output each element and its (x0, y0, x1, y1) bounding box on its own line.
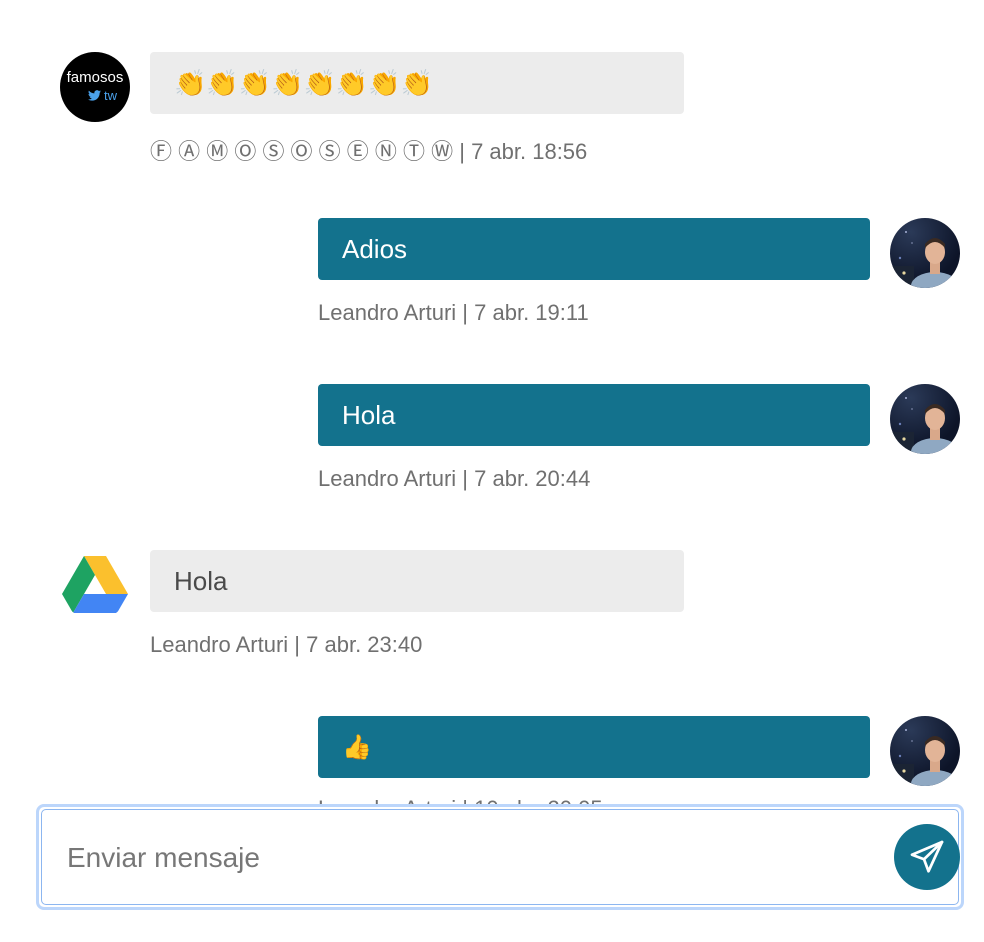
message-text: Hola (174, 565, 228, 596)
user-avatar[interactable] (890, 218, 960, 288)
message-text: 👏👏👏👏👏👏👏👏 (174, 67, 433, 98)
google-drive-avatar[interactable] (60, 550, 130, 620)
message-bubble-outgoing[interactable]: Adios (318, 218, 870, 280)
message-text: Hola (342, 399, 396, 430)
message-composer (36, 804, 964, 910)
user-photo-icon (890, 397, 959, 454)
user-avatar[interactable] (890, 716, 960, 786)
message-text: Adios (342, 233, 408, 264)
send-button[interactable] (894, 824, 960, 890)
chat-page: famosos tw 👏👏👏👏👏👏👏👏 Ⓕ Ⓐ Ⓜ Ⓞ Ⓢ Ⓞ Ⓢ Ⓔ Ⓝ Ⓣ … (0, 0, 984, 942)
message-text: 👍 (342, 733, 372, 761)
message-bubble-outgoing[interactable]: 👍 (318, 716, 870, 778)
message-input[interactable] (65, 829, 869, 887)
google-drive-icon (62, 556, 128, 613)
famosos-avatar[interactable]: famosos tw (60, 52, 130, 122)
message-bubble-incoming[interactable]: 👏👏👏👏👏👏👏👏 (150, 52, 684, 114)
user-photo-icon (890, 231, 959, 288)
message-meta: Leandro Arturi | 7 abr. 20:44 (318, 466, 591, 491)
avatar-logo-word: famosos (66, 69, 124, 86)
twitter-bird-icon (88, 90, 101, 101)
message-meta: Ⓕ Ⓐ Ⓜ Ⓞ Ⓢ Ⓞ Ⓢ Ⓔ Ⓝ Ⓣ Ⓦ | 7 abr. 18:56 (150, 139, 588, 164)
message-meta: Leandro Arturi | 7 abr. 23:40 (150, 632, 423, 657)
message-meta: Leandro Arturi | 7 abr. 19:11 (318, 300, 589, 325)
paper-plane-icon (910, 840, 944, 873)
user-photo-icon (890, 729, 959, 786)
avatar-logo-sub-text: tw (104, 88, 117, 103)
avatar-logo-sub: tw (88, 88, 117, 103)
message-bubble-incoming[interactable]: Hola (150, 550, 684, 612)
message-bubble-outgoing[interactable]: Hola (318, 384, 870, 446)
user-avatar[interactable] (890, 384, 960, 454)
